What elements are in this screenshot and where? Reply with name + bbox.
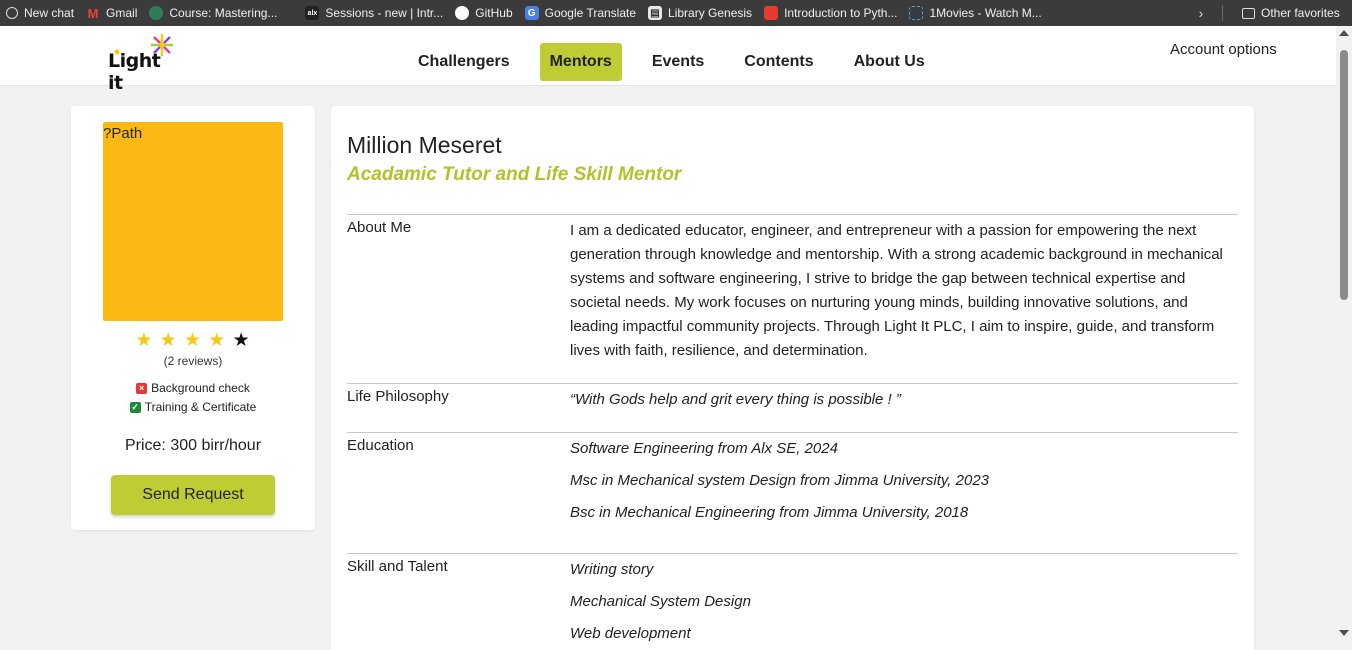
training-label: Training & Certificate: [144, 400, 257, 414]
background-check-status: × Background check: [71, 381, 315, 395]
course-icon: [149, 6, 164, 20]
education-list: Software Engineering from Alx SE, 2024 M…: [570, 437, 1240, 533]
bookmark-label: New chat: [24, 6, 75, 20]
nav-contents[interactable]: Contents: [734, 43, 823, 81]
mentor-price: Price: 300 birr/hour: [124, 437, 262, 454]
bookmark-label: Introduction to Pyth...: [784, 6, 898, 20]
check-icon: ✓: [129, 401, 141, 413]
github-icon: [455, 6, 470, 20]
bookmark-intro-python[interactable]: Introduction to Pyth...: [758, 0, 903, 26]
scroll-up-arrow-icon[interactable]: [1339, 30, 1349, 36]
skill-talent-label: Skill and Talent: [347, 558, 448, 575]
star-filled-icon: ★: [208, 330, 227, 351]
bookmark-1movies[interactable]: 1Movies - Watch M...: [903, 0, 1047, 26]
nav-events[interactable]: Events: [642, 43, 714, 81]
skill-item: Web development: [570, 625, 691, 642]
library-icon: ▤: [648, 6, 663, 20]
life-philosophy-label: Life Philosophy: [347, 388, 449, 405]
bookmark-label: Sessions - new | Intr...: [325, 6, 444, 20]
bookmark-course[interactable]: Course: Mastering...: [143, 0, 283, 26]
cross-icon: ×: [136, 382, 148, 394]
nav-challengers[interactable]: Challengers: [408, 43, 520, 81]
bookmark-label: Library Genesis: [668, 6, 753, 20]
bookmark-label: Google Translate: [544, 6, 637, 20]
gmail-icon: M: [87, 5, 99, 21]
bookmark-github[interactable]: GitHub: [449, 0, 518, 26]
bookmark-label: GitHub: [475, 6, 513, 20]
education-item: Bsc in Mechanical Engineering from Jimma…: [570, 504, 969, 521]
python-course-icon: [764, 6, 779, 20]
about-me-label: About Me: [347, 219, 412, 236]
mentor-details-card: Million Meseret Acadamic Tutor and Life …: [331, 106, 1254, 650]
skill-item: Writing story: [570, 561, 654, 578]
skill-item: Mechanical System Design: [570, 593, 751, 610]
account-options[interactable]: Account options: [1170, 41, 1277, 58]
bookmark-library-genesis[interactable]: ▤ Library Genesis: [642, 0, 758, 26]
mentor-profile-card: ?Path ★ ★ ★ ★ ★ (2 reviews) × Background…: [71, 106, 315, 530]
life-philosophy-section: Life Philosophy “With Gods help and grit…: [347, 383, 1238, 432]
education-label: Education: [347, 437, 414, 454]
education-section: Education Software Engineering from Alx …: [347, 432, 1238, 553]
bookmark-sessions[interactable]: alx Sessions - new | Intr...: [299, 0, 449, 26]
education-item: Software Engineering from Alx SE, 2024: [570, 440, 838, 457]
scroll-down-arrow-icon[interactable]: [1339, 630, 1349, 636]
bookmark-label: Other favorites: [1261, 6, 1340, 20]
star-filled-icon: ★: [135, 330, 154, 351]
movies-icon: [909, 6, 924, 20]
bookmark-other-favorites[interactable]: Other favorites: [1236, 0, 1346, 26]
bookmarks-bar: New chat M Gmail Course: Mastering... al…: [0, 0, 1352, 26]
bookmark-label: Course: Mastering...: [169, 6, 278, 20]
review-count: (2 reviews): [163, 354, 223, 368]
bookmarks-divider: [1222, 5, 1223, 21]
translate-icon: G: [524, 6, 539, 20]
openai-icon: [6, 7, 18, 19]
background-check-label: Background check: [151, 381, 250, 395]
bookmark-new-chat[interactable]: New chat: [0, 0, 80, 26]
life-philosophy-text: “With Gods help and grit every thing is …: [570, 391, 901, 408]
photo-alt-text: ?Path: [103, 125, 143, 142]
about-me-section: About Me I am a dedicated educator, engi…: [347, 214, 1238, 383]
star-filled-icon: ★: [159, 330, 178, 351]
site-logo[interactable]: Light it: [106, 32, 178, 94]
skill-list: Writing story Mechanical System Design W…: [570, 558, 1240, 650]
star-filled-icon: ★: [183, 330, 203, 351]
bookmark-label: Gmail: [106, 6, 138, 20]
nav-about-us[interactable]: About Us: [844, 43, 935, 81]
chevron-right-icon[interactable]: ›: [1192, 0, 1210, 26]
main-nav: Challengers Mentors Events Contents Abou…: [408, 43, 955, 81]
mentor-name: Million Meseret: [347, 132, 502, 158]
star-rating: ★ ★ ★ ★ ★: [71, 329, 315, 352]
page-scrollbar[interactable]: [1336, 26, 1352, 650]
about-me-text: I am a dedicated educator, engineer, and…: [570, 222, 1223, 359]
bookmark-google-translate[interactable]: G Google Translate: [519, 0, 642, 26]
skill-talent-section: Skill and Talent Writing story Mechanica…: [347, 553, 1238, 650]
folder-icon: [1242, 7, 1255, 19]
mentor-role: Acadamic Tutor and Life Skill Mentor: [347, 164, 682, 185]
scroll-thumb[interactable]: [1340, 50, 1348, 300]
bookmark-label: 1Movies - Watch M...: [929, 6, 1042, 20]
logo-text: Light it: [108, 50, 161, 94]
education-item: Msc in Mechanical system Design from Jim…: [570, 472, 990, 489]
bookmark-gmail[interactable]: M Gmail: [80, 0, 143, 26]
send-request-button[interactable]: Send Request: [111, 475, 275, 515]
star-empty-icon: ★: [232, 330, 251, 351]
alx-icon: alx: [305, 6, 320, 20]
mentor-photo: ?Path: [103, 122, 283, 321]
site-header: Light it Challengers Mentors Events Cont…: [0, 26, 1336, 94]
nav-mentors[interactable]: Mentors: [539, 43, 622, 81]
training-status: ✓ Training & Certificate: [71, 400, 315, 414]
